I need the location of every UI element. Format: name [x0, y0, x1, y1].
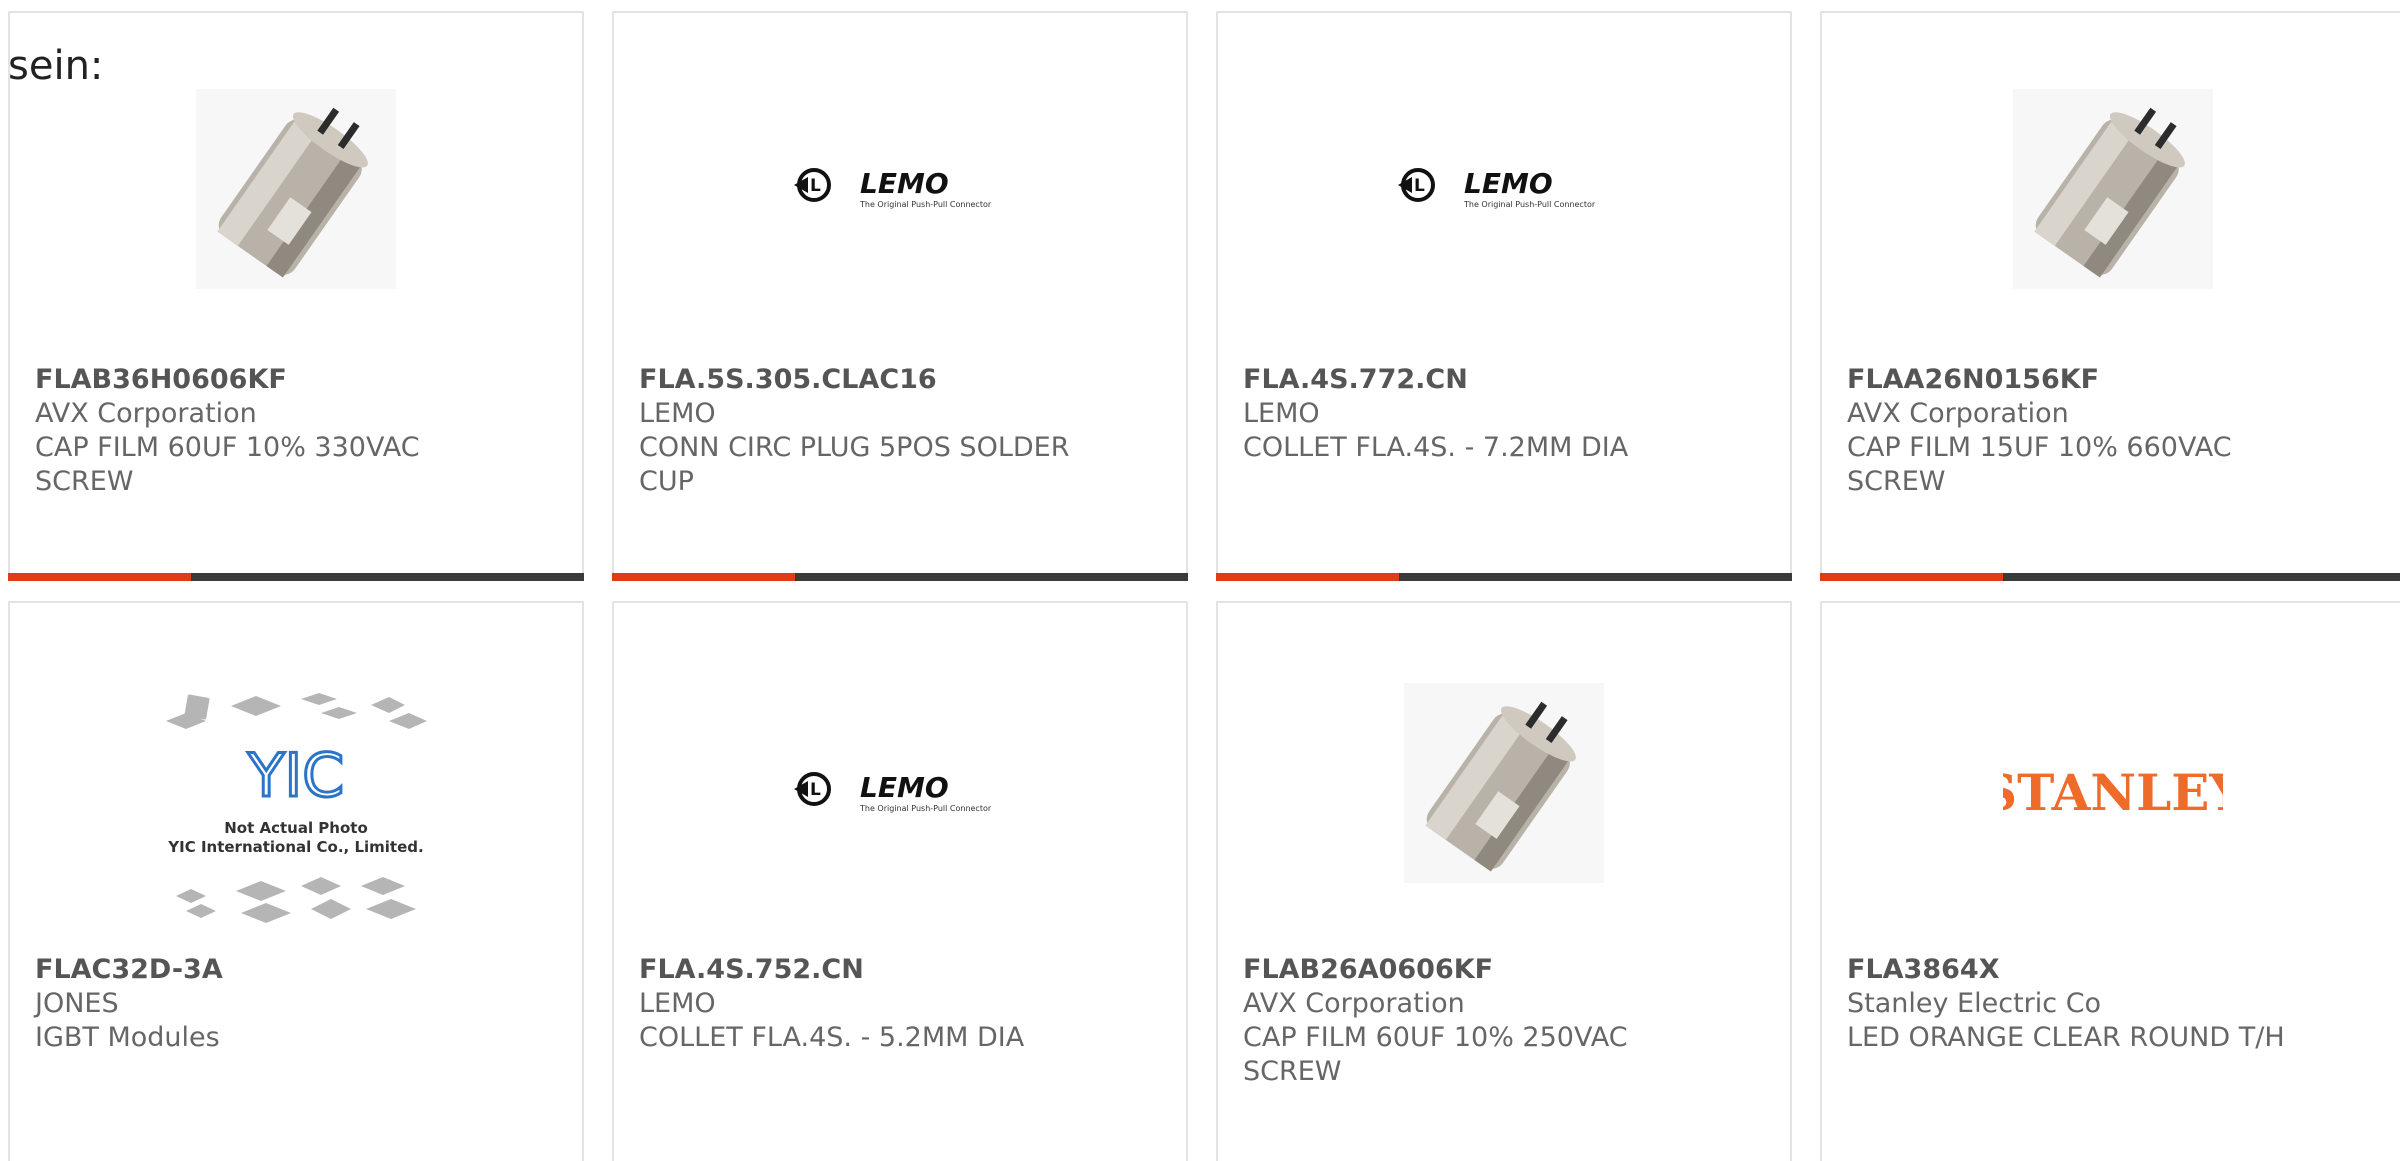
card-bottom-bar: [612, 573, 1188, 581]
lemo-logo[interactable]: L LEMO The Original Push-Pull Connector: [614, 683, 1186, 903]
manufacturer: AVX Corporation: [35, 398, 257, 429]
intro-text: sein:: [8, 43, 104, 89]
yic-line1: Not Actual Photo: [224, 819, 368, 837]
card-bottom-bar: [1820, 573, 2400, 581]
lemo-logo[interactable]: L LEMO The Original Push-Pull Connector: [614, 79, 1186, 299]
card-accent-bar: [1820, 573, 2003, 581]
part-number[interactable]: FLAC32D-3A: [35, 953, 495, 987]
product-card[interactable]: L LEMO The Original Push-Pull Connector …: [612, 11, 1188, 581]
lemo-logo[interactable]: L LEMO The Original Push-Pull Connector: [1218, 79, 1790, 299]
product-card[interactable]: L LEMO The Original Push-Pull Connector …: [612, 601, 1188, 1161]
capacitor-photo[interactable]: [1218, 673, 1790, 893]
part-number[interactable]: FLA.4S.752.CN: [639, 953, 1099, 987]
product-card[interactable]: STANLEY FLA3864X Stanley Electric Co LED…: [1820, 601, 2400, 1161]
product-card[interactable]: FLAB26A0606KF AVX Corporation CAP FILM 6…: [1216, 601, 1792, 1161]
svg-text:L: L: [810, 176, 821, 196]
lemo-logo-name: LEMO: [1464, 167, 1553, 200]
manufacturer: LEMO: [1243, 398, 1320, 429]
part-number[interactable]: FLAB26A0606KF: [1243, 953, 1703, 987]
lemo-logo-name: LEMO: [860, 771, 949, 804]
description: CONN CIRC PLUG 5POS SOLDER CUP: [639, 432, 1070, 497]
product-card[interactable]: YIC Not Actual Photo YIC International C…: [8, 601, 584, 1161]
yic-placeholder-image[interactable]: YIC Not Actual Photo YIC International C…: [10, 683, 582, 939]
description: IGBT Modules: [35, 1022, 220, 1053]
svg-text:L: L: [810, 780, 821, 800]
description: CAP FILM 15UF 10% 660VAC SCREW: [1847, 432, 2232, 497]
manufacturer: Stanley Electric Co: [1847, 988, 2102, 1019]
card-bottom-bar: [8, 573, 584, 581]
description: COLLET FLA.4S. - 7.2MM DIA: [1243, 432, 1629, 463]
stanley-logo[interactable]: STANLEY: [1822, 683, 2400, 903]
part-number[interactable]: FLAA26N0156KF: [1847, 363, 2307, 397]
part-number[interactable]: FLA.4S.772.CN: [1243, 363, 1703, 397]
card-accent-bar: [1216, 573, 1399, 581]
description: LED ORANGE CLEAR ROUND T/H: [1847, 1022, 2285, 1053]
card-bottom-bar: [1216, 573, 1792, 581]
lemo-logo-name: LEMO: [860, 167, 949, 200]
card-accent-bar: [8, 573, 191, 581]
svg-text:L: L: [1414, 176, 1425, 196]
product-card[interactable]: FLAB36H0606KF AVX Corporation CAP FILM 6…: [8, 11, 584, 581]
lemo-logo-tagline: The Original Push-Pull Connector: [1463, 200, 1596, 209]
part-number[interactable]: FLA3864X: [1847, 953, 2307, 987]
product-grid-page: sein: FLAB36H0606KF AVX Corporation CAP …: [0, 0, 2400, 1161]
description: CAP FILM 60UF 10% 250VAC SCREW: [1243, 1022, 1628, 1087]
manufacturer: LEMO: [639, 988, 716, 1019]
lemo-logo-tagline: The Original Push-Pull Connector: [859, 804, 992, 813]
yic-line2: YIC International Co., Limited.: [167, 838, 423, 856]
manufacturer: AVX Corporation: [1243, 988, 1465, 1019]
part-number[interactable]: FLA.5S.305.CLAC16: [639, 363, 1099, 397]
product-card[interactable]: L LEMO The Original Push-Pull Connector …: [1216, 11, 1792, 581]
manufacturer: LEMO: [639, 398, 716, 429]
product-card[interactable]: FLAA26N0156KF AVX Corporation CAP FILM 1…: [1820, 11, 2400, 581]
part-number[interactable]: FLAB36H0606KF: [35, 363, 495, 397]
manufacturer: AVX Corporation: [1847, 398, 2069, 429]
description: COLLET FLA.4S. - 5.2MM DIA: [639, 1022, 1025, 1053]
manufacturer: JONES: [35, 988, 119, 1019]
capacitor-photo[interactable]: [1822, 79, 2400, 299]
lemo-logo-tagline: The Original Push-Pull Connector: [859, 200, 992, 209]
card-accent-bar: [612, 573, 795, 581]
yic-brand: YIC: [247, 741, 344, 811]
description: CAP FILM 60UF 10% 330VAC SCREW: [35, 432, 420, 497]
stanley-logo-name: STANLEY: [2003, 763, 2223, 822]
capacitor-photo[interactable]: [10, 79, 582, 299]
